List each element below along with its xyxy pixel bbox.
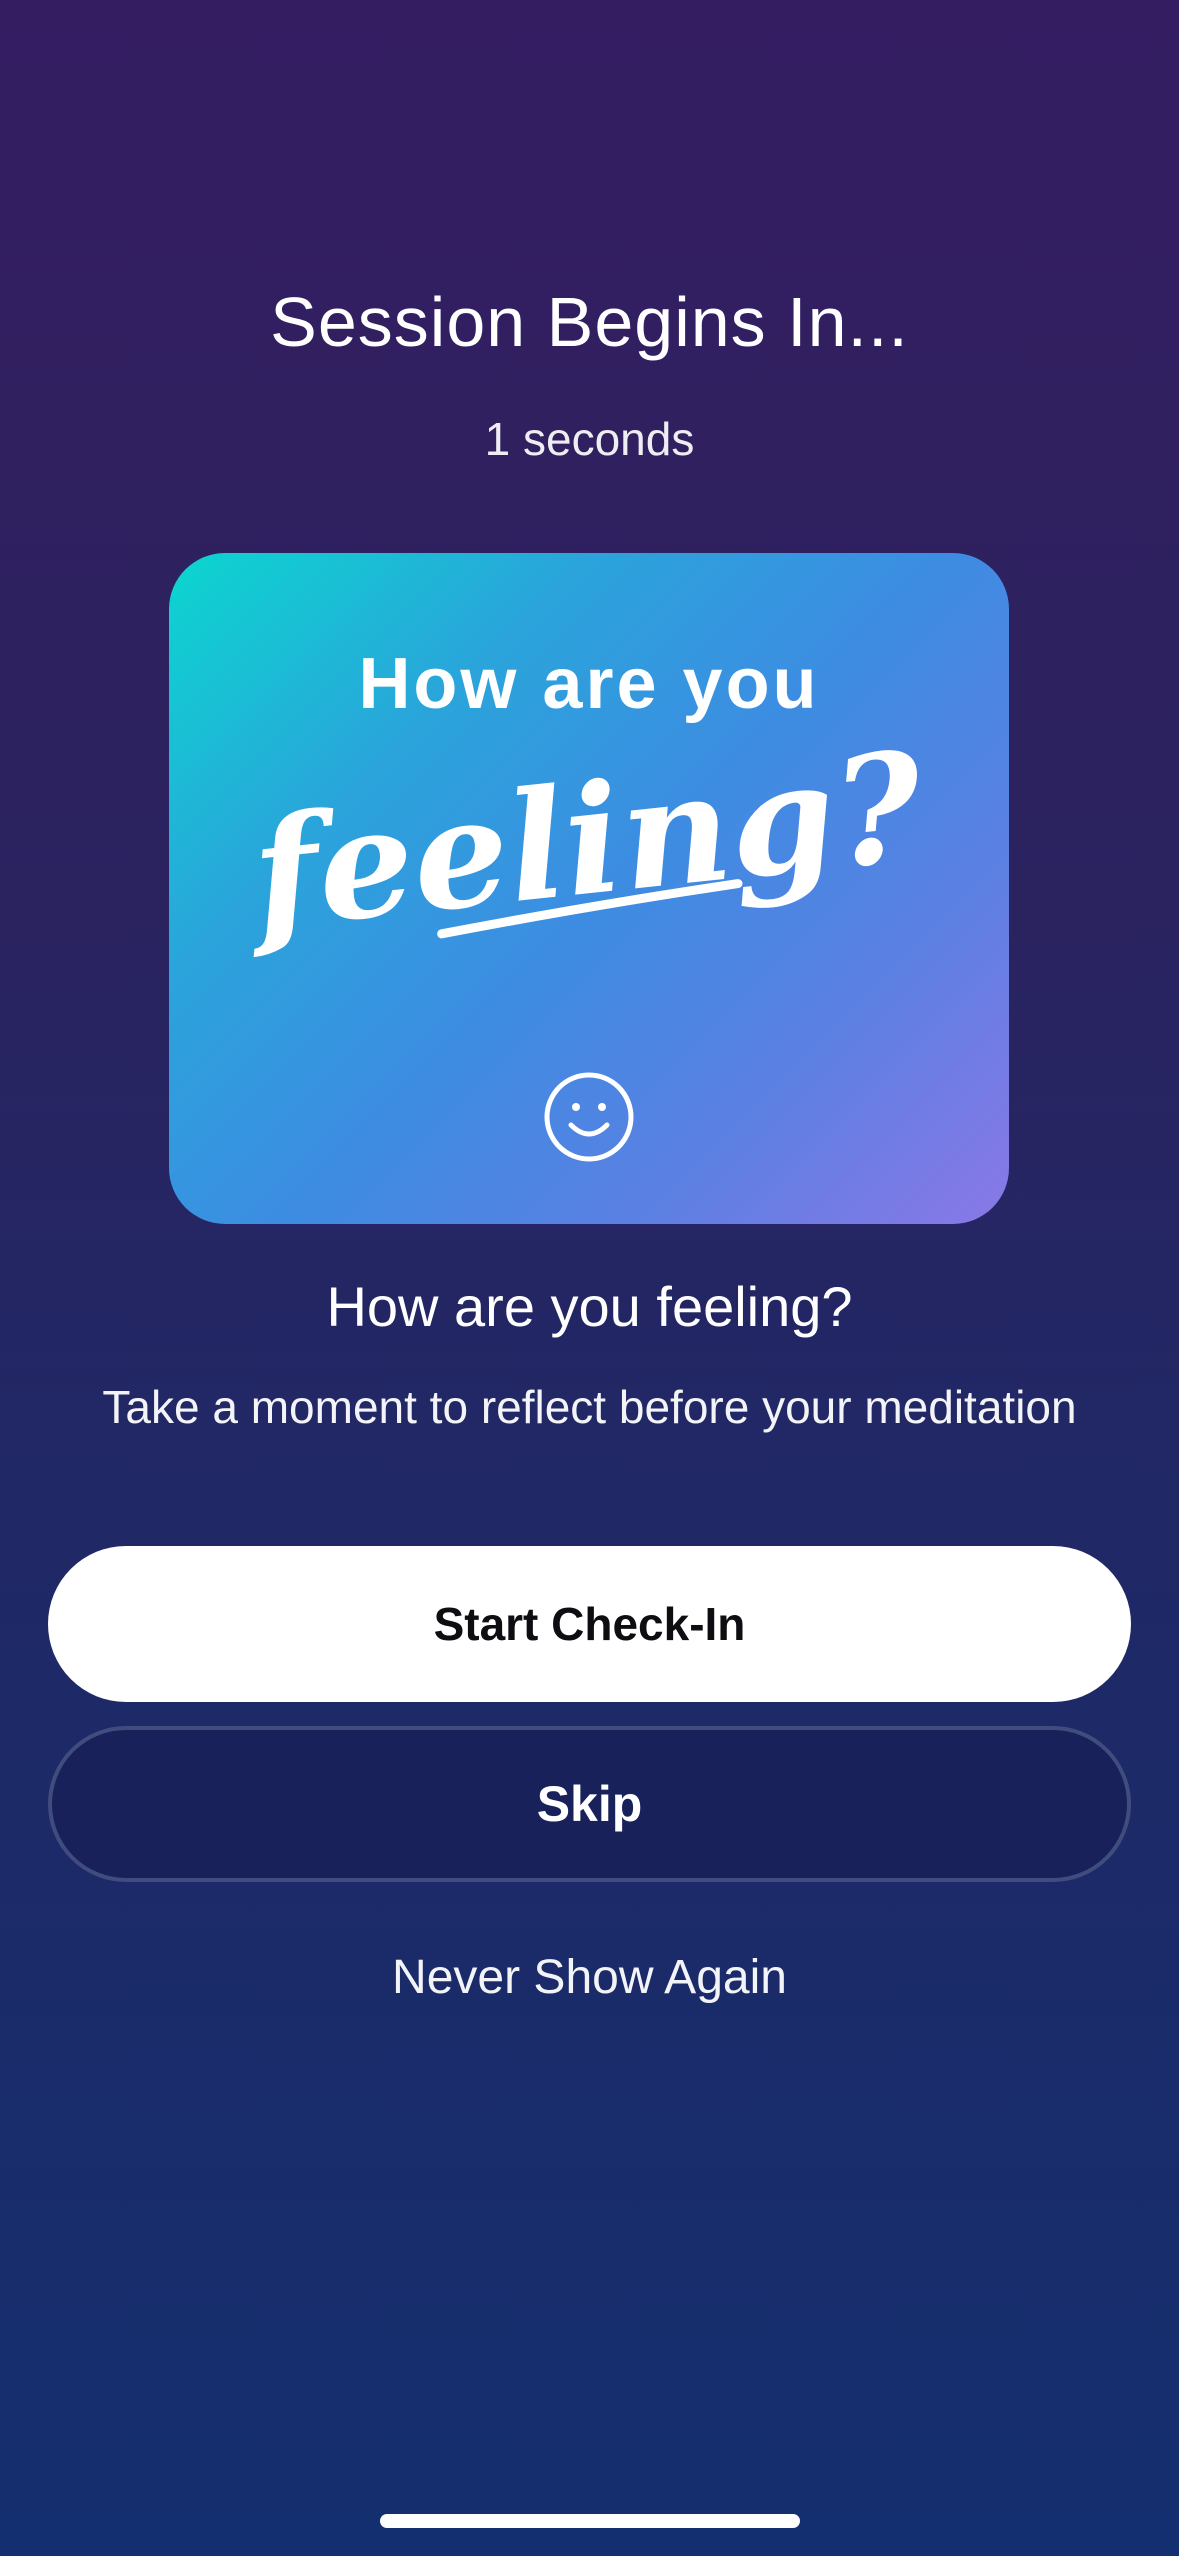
prompt-title: How are you feeling? xyxy=(326,1275,853,1338)
start-check-in-label: Start Check-In xyxy=(433,1598,746,1650)
session-title: Session Begins In... xyxy=(270,283,909,361)
skip-label: Skip xyxy=(536,1776,643,1832)
prompt-description: Take a moment to reflect before your med… xyxy=(102,1381,1077,1433)
start-check-in-button[interactable]: Start Check-In xyxy=(48,1546,1131,1702)
feeling-script-text: feeling? xyxy=(236,718,933,963)
how-are-you-feeling-card: How are you feeling? xyxy=(169,553,1009,1224)
svg-text:feeling?: feeling? xyxy=(236,718,933,963)
never-show-again-link[interactable]: Never Show Again xyxy=(0,1950,1179,2005)
countdown-text: 1 seconds xyxy=(484,413,695,465)
skip-button[interactable]: Skip xyxy=(48,1726,1131,1882)
home-indicator[interactable] xyxy=(380,2514,800,2528)
smiley-face-icon xyxy=(544,1072,634,1162)
